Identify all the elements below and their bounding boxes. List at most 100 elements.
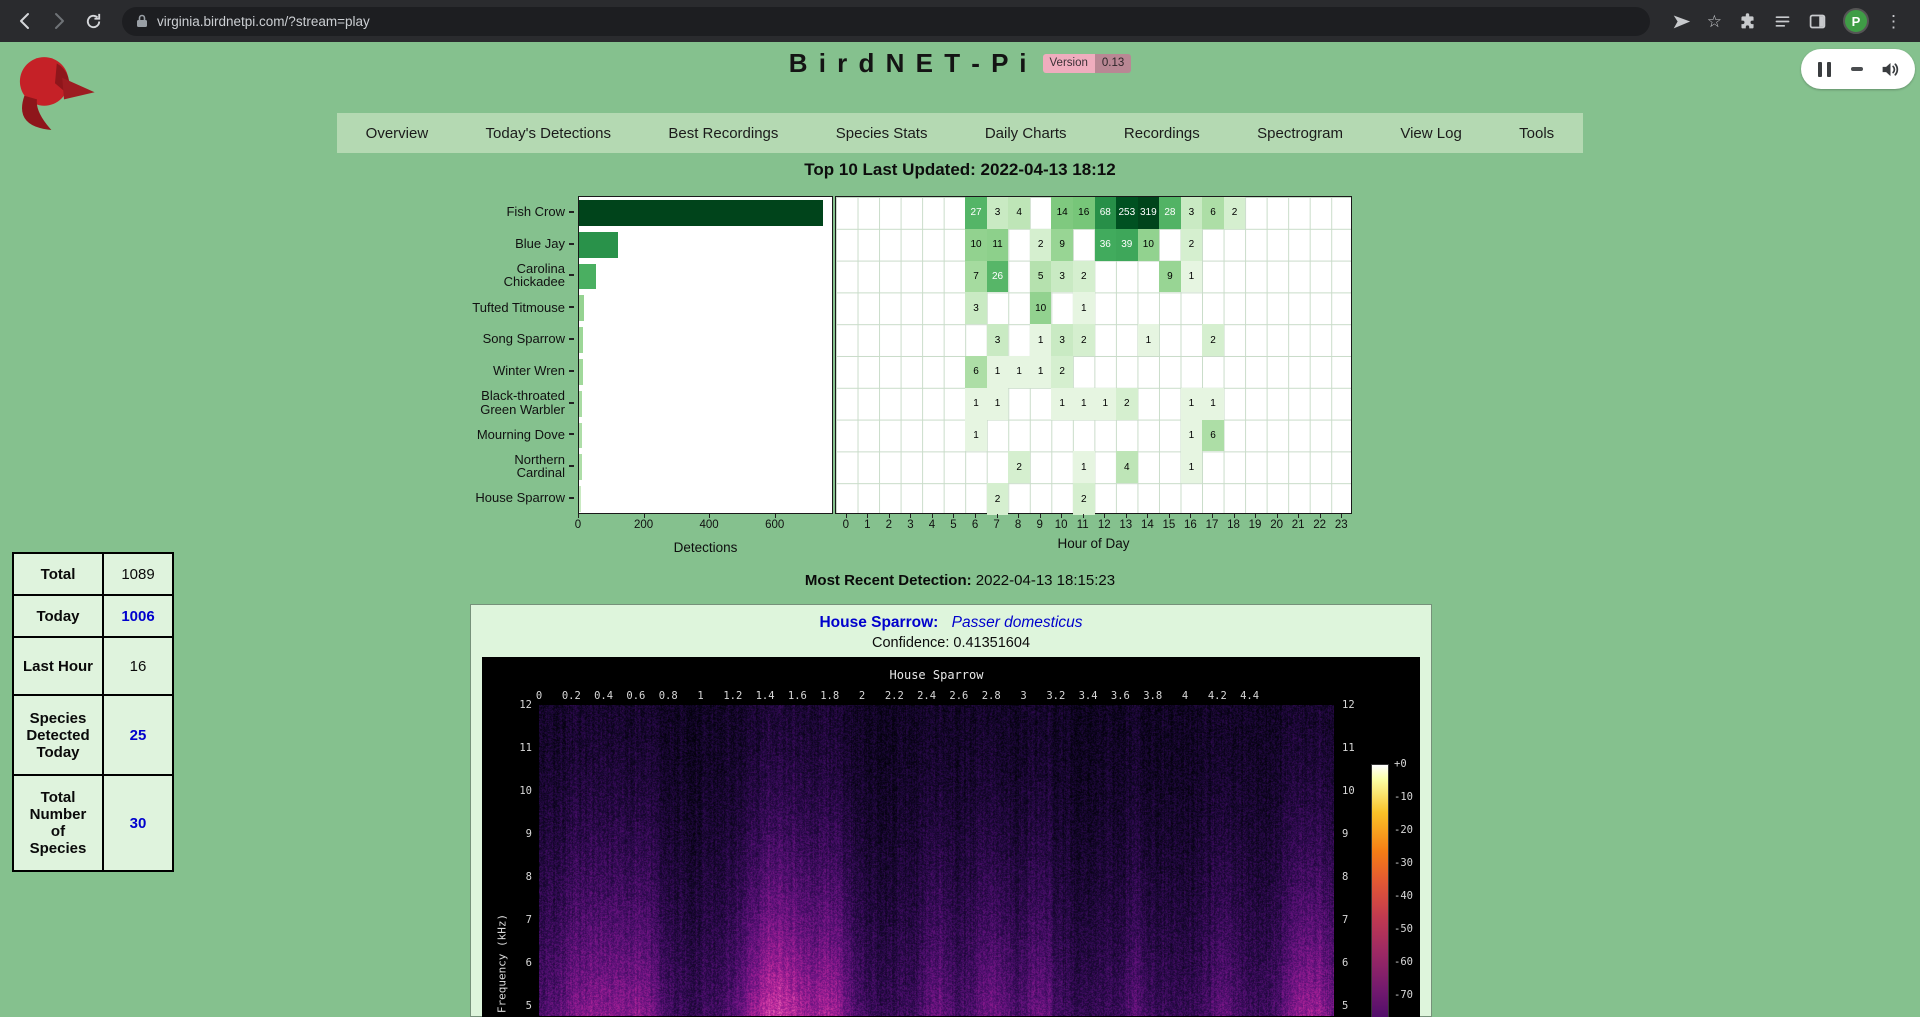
hourly-detections-heatmap: 2734141668253319283621011293639102726532…	[835, 196, 1352, 514]
reading-list-icon[interactable]	[1773, 12, 1792, 31]
hour-tick-mark	[1255, 514, 1256, 518]
seek-handle[interactable]	[1851, 67, 1863, 71]
colorbar-db-label: -10	[1394, 791, 1413, 803]
hour-tick-mark	[1277, 514, 1278, 518]
heatmap-cell: 1	[1138, 324, 1160, 356]
hour-tick-mark	[846, 514, 847, 518]
nav-item-tools[interactable]: Tools	[1519, 125, 1554, 142]
nav-item-overview[interactable]: Overview	[366, 125, 429, 142]
hour-tick-mark	[1298, 514, 1299, 518]
bar-carolina-chickadee	[579, 264, 596, 290]
hour-tick-mark	[910, 514, 911, 518]
spec-xtick-label: 3	[1020, 690, 1026, 702]
axis-tick	[569, 370, 574, 372]
heatmap-cell: 1	[1181, 451, 1203, 483]
bar-tick-mark	[644, 514, 645, 518]
heatmap-xlabel: Hour of Day	[835, 536, 1352, 551]
nav-item-spectrogram[interactable]: Spectrogram	[1257, 125, 1343, 142]
forward-arrow-icon	[49, 11, 69, 31]
heatmap-cell: 2	[1073, 261, 1095, 293]
hour-tick-mark	[1083, 514, 1084, 518]
stats-row: Today1006	[13, 595, 173, 637]
stats-label: Last Hour	[13, 637, 103, 695]
side-panel-icon[interactable]	[1808, 12, 1827, 31]
stats-value[interactable]: 1006	[103, 595, 173, 637]
reload-button[interactable]	[76, 4, 110, 38]
spec-xtick-label: 4.2	[1208, 690, 1227, 702]
stats-value[interactable]: 30	[103, 775, 173, 871]
hour-tick-label: 10	[1055, 519, 1068, 531]
hour-tick-label: 5	[950, 519, 956, 531]
pause-button[interactable]	[1815, 62, 1833, 77]
species-link[interactable]: House Sparrow:	[819, 614, 938, 631]
species-label: Song Sparrow	[302, 323, 574, 355]
browser-menu-icon[interactable]: ⋮	[1885, 13, 1902, 30]
heatmap-cell: 3	[1181, 197, 1203, 229]
heatmap-cell: 4	[1008, 197, 1030, 229]
volume-icon[interactable]	[1880, 59, 1901, 80]
colorbar-db-label: -40	[1394, 890, 1413, 902]
spec-xtick-label: 0.4	[594, 690, 613, 702]
hour-tick-mark	[1104, 514, 1105, 518]
heatmap-cell: 11	[987, 229, 1009, 261]
species-label: House Sparrow	[302, 482, 574, 514]
birdnetpi-logo	[10, 52, 100, 136]
nav-item-best-recordings[interactable]: Best Recordings	[668, 125, 778, 142]
axis-tick	[569, 402, 574, 404]
colorbar-db-label: -20	[1394, 824, 1413, 836]
species-label: CarolinaChickadee	[302, 260, 574, 292]
hour-tick-mark	[1234, 514, 1235, 518]
scientific-name-link[interactable]: Passer domesticus	[952, 614, 1083, 631]
spec-ytick-left: 10	[498, 785, 532, 797]
bar-fish-crow	[579, 200, 823, 226]
audio-player[interactable]	[1801, 49, 1915, 89]
bar-blue-jay	[579, 232, 618, 258]
hour-tick-label: 0	[843, 519, 849, 531]
stats-row: Total Number of Species30	[13, 775, 173, 871]
detection-title: House Sparrow: Passer domesticus	[471, 614, 1431, 632]
spec-ytick-right: 12	[1342, 699, 1376, 711]
heatmap-cell: 10	[1138, 229, 1160, 261]
spec-ytick-right: 11	[1342, 742, 1376, 754]
hour-tick-mark	[1169, 514, 1170, 518]
bookmark-star-icon[interactable]: ☆	[1707, 13, 1722, 30]
axis-tick	[569, 306, 574, 308]
extensions-puzzle-icon[interactable]	[1738, 12, 1757, 31]
heatmap-cell: 1	[965, 388, 987, 420]
back-button[interactable]	[8, 4, 42, 38]
heatmap-cell: 2	[1008, 451, 1030, 483]
heatmap-cell: 2	[1181, 229, 1203, 261]
heatmap-cell: 1	[1073, 388, 1095, 420]
axis-tick	[569, 497, 574, 499]
spectrogram-canvas	[539, 705, 1334, 1016]
hour-tick-mark	[975, 514, 976, 518]
spec-xtick-label: 2.4	[917, 690, 936, 702]
back-arrow-icon	[15, 11, 35, 31]
version-badge: Version 0.13	[1043, 54, 1132, 73]
heatmap-cell: 1	[987, 356, 1009, 388]
nav-item-daily-charts[interactable]: Daily Charts	[985, 125, 1067, 142]
reload-icon	[84, 12, 103, 31]
axis-tick	[569, 211, 574, 213]
heatmap-cell: 1	[1181, 420, 1203, 452]
heatmap-cell: 1	[1051, 388, 1073, 420]
nav-item-view-log[interactable]: View Log	[1400, 125, 1461, 142]
heatmap-cell: 2	[1051, 356, 1073, 388]
nav-item-today-s-detections[interactable]: Today's Detections	[486, 125, 611, 142]
heatmap-cell: 9	[1159, 261, 1181, 293]
heatmap-cell: 1	[1181, 261, 1203, 293]
heatmap-cell: 10	[1030, 292, 1052, 324]
send-icon[interactable]	[1672, 12, 1691, 31]
hour-tick-mark	[997, 514, 998, 518]
address-bar[interactable]: virginia.birdnetpi.com/?stream=play	[122, 7, 1650, 36]
species-label: Black-throatedGreen Warbler	[302, 387, 574, 419]
spec-ytick-left: 11	[498, 742, 532, 754]
browser-actions: ☆ P ⋮	[1662, 8, 1912, 34]
nav-item-species-stats[interactable]: Species Stats	[836, 125, 928, 142]
heatmap-cell: 1	[1073, 451, 1095, 483]
profile-avatar[interactable]: P	[1843, 8, 1869, 34]
stats-value[interactable]: 25	[103, 695, 173, 775]
nav-item-recordings[interactable]: Recordings	[1124, 125, 1200, 142]
forward-button[interactable]	[42, 4, 76, 38]
heatmap-cell: 26	[987, 261, 1009, 293]
